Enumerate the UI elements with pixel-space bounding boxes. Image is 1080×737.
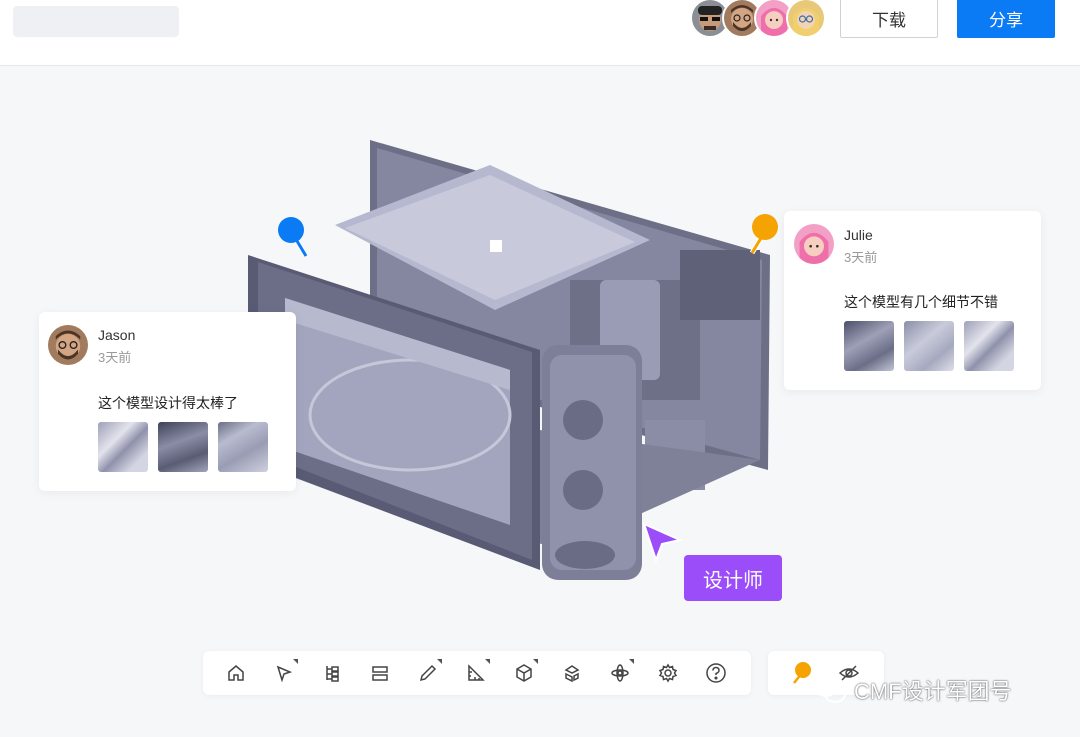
share-button[interactable]: 分享 (957, 0, 1055, 38)
comment-author: Jason (98, 327, 136, 343)
comment-pin-orange[interactable] (744, 213, 780, 262)
help-icon[interactable] (702, 659, 730, 687)
model-viewport (248, 140, 770, 580)
comment-time: 3天前 (98, 350, 132, 365)
watermark-text: CMF设计军团号 (854, 679, 1012, 704)
tree-structure-icon[interactable] (318, 659, 346, 687)
wechat-icon (814, 677, 846, 703)
comment-thumbnail[interactable] (158, 422, 208, 472)
document-title-placeholder (13, 6, 179, 37)
section-box-icon[interactable] (510, 659, 538, 687)
designer-label: 设计师 (684, 555, 782, 601)
select-cursor-icon[interactable] (270, 659, 298, 687)
comment-thumbnail[interactable] (218, 422, 268, 472)
home-icon[interactable] (222, 659, 250, 687)
comment-text: 这个模型有几个细节不错 (844, 294, 998, 310)
pencil-icon[interactable] (414, 659, 442, 687)
comment-time: 3天前 (844, 250, 878, 265)
settings-icon[interactable] (654, 659, 682, 687)
download-button[interactable]: 下载 (840, 0, 938, 38)
comment-pin-blue[interactable] (276, 216, 312, 265)
collaborator-avatars (690, 0, 830, 38)
comment-thumbnail[interactable] (844, 321, 894, 371)
comment-thumbnail[interactable] (904, 321, 954, 371)
comment-pin-icon[interactable] (787, 659, 815, 687)
comment-card-jason[interactable]: Jason 3天前 这个模型设计得太棒了 (39, 312, 296, 491)
comment-author: Julie (844, 227, 873, 243)
avatar (48, 325, 88, 365)
comment-text: 这个模型设计得太棒了 (98, 395, 238, 411)
microwave-3d-model[interactable] (240, 130, 780, 590)
designer-cursor-icon (640, 520, 684, 569)
explode-icon[interactable] (558, 659, 586, 687)
bottom-toolbar (203, 651, 751, 695)
rotate-axis-icon[interactable] (606, 659, 634, 687)
top-bar: 下载 分享 (0, 0, 1080, 66)
watermark: CMF设计军团号 (812, 674, 1012, 706)
layers-icon[interactable] (366, 659, 394, 687)
comment-thumbnail[interactable] (964, 321, 1014, 371)
comment-card-julie[interactable]: Julie 3天前 这个模型有几个细节不错 (784, 211, 1041, 390)
comment-thumbnail[interactable] (98, 422, 148, 472)
avatar-collaborator-4[interactable] (786, 0, 826, 38)
measure-icon[interactable] (462, 659, 490, 687)
avatar (794, 224, 834, 264)
